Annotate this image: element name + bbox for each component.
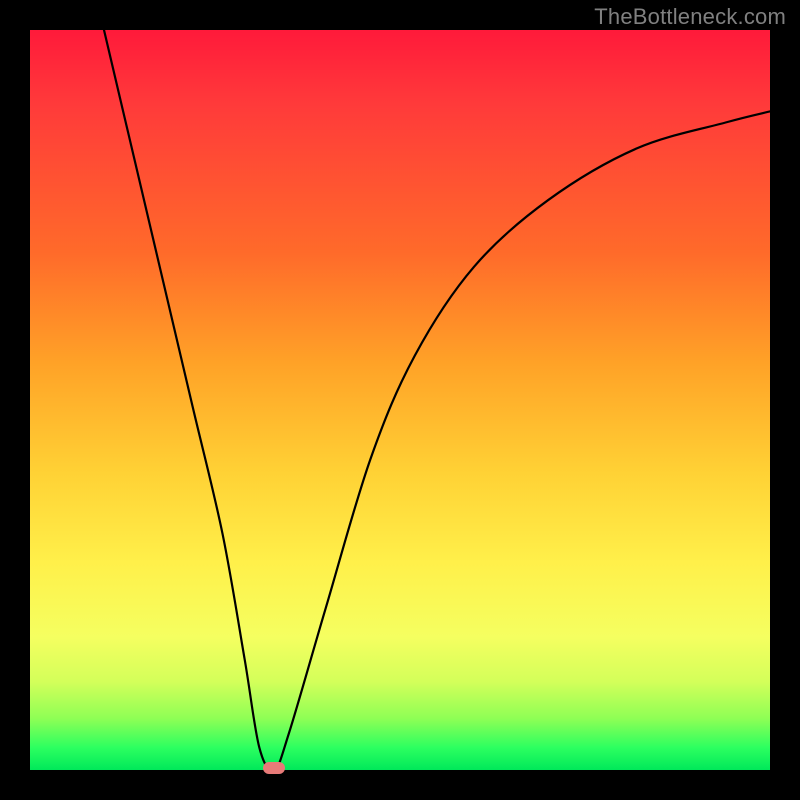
chart-frame: TheBottleneck.com <box>0 0 800 800</box>
minimum-marker <box>263 762 285 774</box>
bottleneck-curve <box>104 30 770 770</box>
plot-area <box>30 30 770 770</box>
watermark-text: TheBottleneck.com <box>594 4 786 30</box>
curve-svg <box>30 30 770 770</box>
